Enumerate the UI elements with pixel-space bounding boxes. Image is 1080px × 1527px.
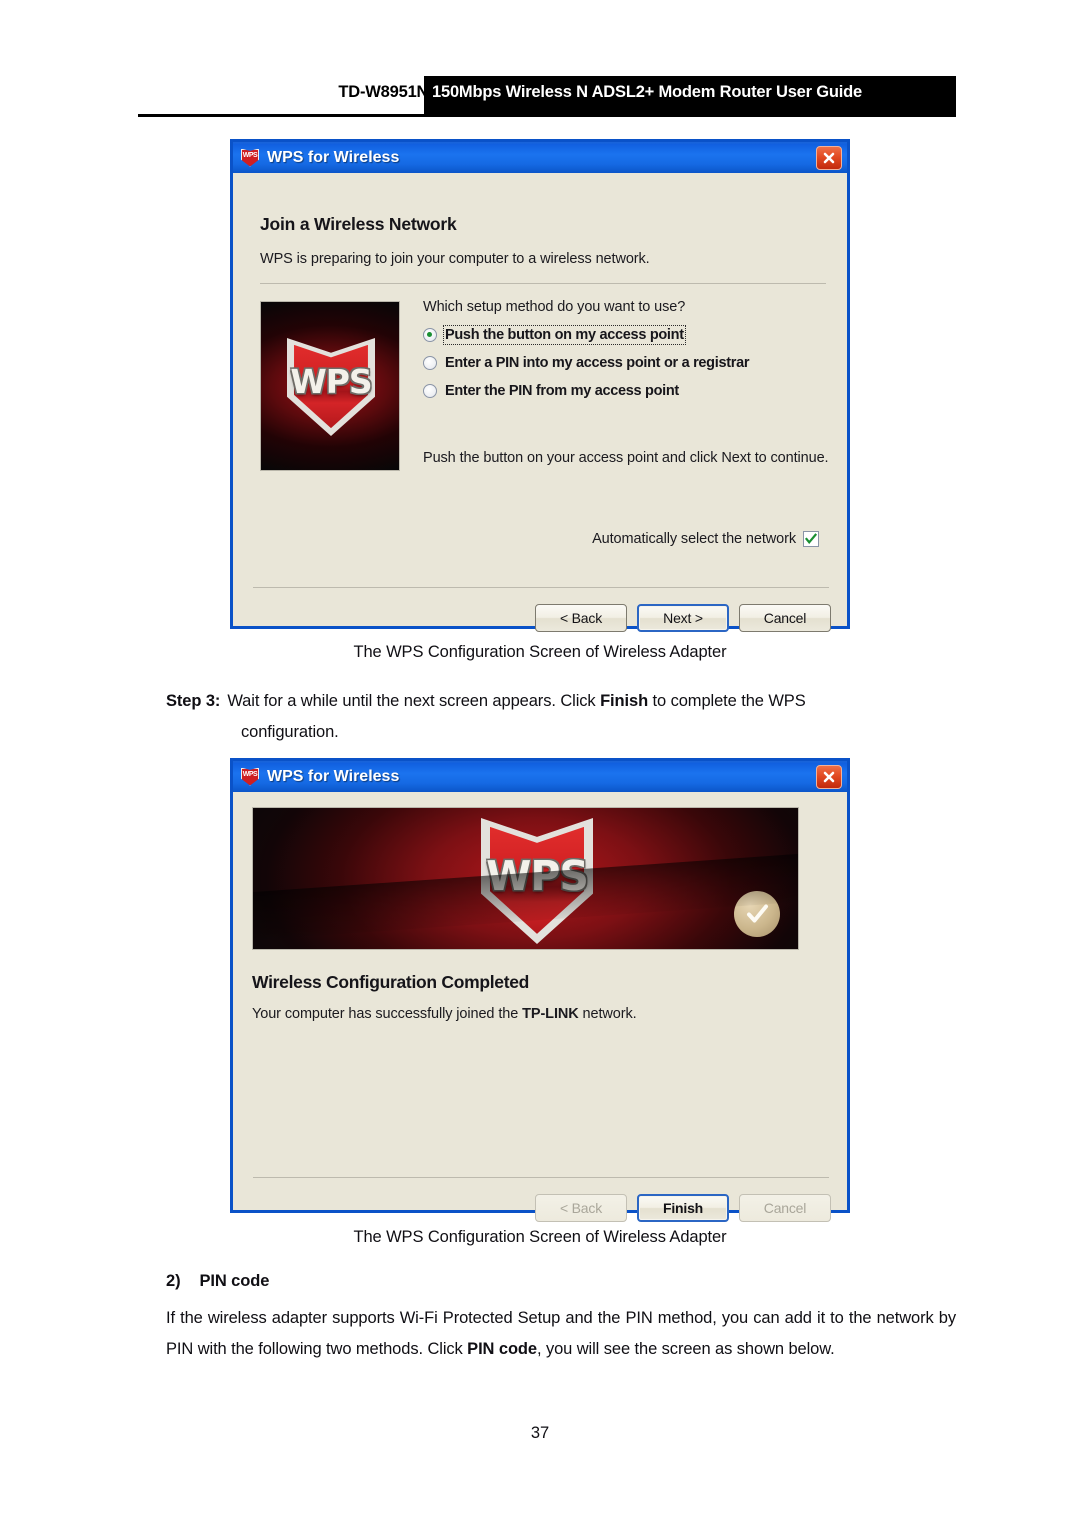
wps-logo-thumbnail: WPS bbox=[260, 301, 400, 471]
header-title-text: 150Mbps Wireless N ADSL2+ Modem Router U… bbox=[432, 83, 863, 101]
radio-option-push-button[interactable]: Push the button on my access point bbox=[423, 325, 828, 345]
bottom-separator bbox=[253, 1177, 829, 1178]
auto-select-network-checkbox[interactable] bbox=[803, 531, 819, 547]
section-title-text: PIN code bbox=[199, 1272, 270, 1290]
step-three-label: Step 3: bbox=[166, 692, 221, 710]
page-number: 37 bbox=[530, 1424, 550, 1442]
dialog-two-subtext: Your computer has successfully joined th… bbox=[252, 1006, 637, 1022]
wps-logo-text: WPS bbox=[486, 852, 589, 900]
header-divider-rule bbox=[138, 114, 956, 117]
dialog-one-titlebar[interactable]: WPS WPS for Wireless bbox=[233, 139, 847, 173]
radio-option-label: Enter a PIN into my access point or a re… bbox=[445, 355, 750, 371]
wps-join-network-dialog: WPS WPS for Wireless Join a Wireless Net… bbox=[230, 139, 850, 632]
back-button[interactable]: < Back bbox=[535, 1194, 627, 1222]
radio-option-label: Push the button on my access point bbox=[443, 325, 686, 345]
auto-select-network-label: Automatically select the network bbox=[592, 531, 796, 547]
finish-button[interactable]: Finish bbox=[637, 1194, 729, 1222]
dialog-two-body: WPS Wireless Configuration Completed You… bbox=[233, 792, 847, 1222]
radio-indicator bbox=[423, 356, 437, 370]
section-pin-code-title: 2) PIN code bbox=[166, 1272, 269, 1291]
dialog-two-button-row: < Back Finish Cancel bbox=[525, 1194, 831, 1222]
checkmark-icon bbox=[805, 533, 817, 545]
bottom-separator bbox=[253, 587, 829, 588]
close-icon[interactable] bbox=[816, 765, 842, 789]
dialog-one-subtext: WPS is preparing to join your computer t… bbox=[260, 251, 650, 267]
step-three-bold-finish: Finish bbox=[600, 692, 649, 710]
dialog-two-title: WPS for Wireless bbox=[267, 767, 400, 785]
dialog-one-button-row: < Back Next > Cancel bbox=[525, 604, 831, 632]
dialog-two-titlebar[interactable]: WPS WPS for Wireless bbox=[233, 758, 847, 792]
section-pin-code-body: If the wireless adapter supports Wi-Fi P… bbox=[166, 1303, 956, 1365]
wps-shield-logo: WPS bbox=[481, 818, 593, 944]
dialog-one-body: Join a Wireless Network WPS is preparing… bbox=[233, 173, 847, 632]
wps-shield-logo: WPS bbox=[287, 338, 375, 436]
cancel-button[interactable]: Cancel bbox=[739, 1194, 831, 1222]
page-header: TD-W8951ND 150Mbps Wireless N ADSL2+ Mod… bbox=[0, 76, 1080, 120]
setup-method-options: Which setup method do you want to use? P… bbox=[423, 299, 828, 411]
dialog-two-subtext-after: network. bbox=[578, 1006, 637, 1022]
auto-select-network-row[interactable]: Automatically select the network bbox=[592, 531, 819, 547]
wps-configuration-completed-dialog: WPS WPS for Wireless WPS Wireless Config… bbox=[230, 758, 850, 1222]
radio-indicator bbox=[423, 328, 437, 342]
dialog-one-title: WPS for Wireless bbox=[267, 148, 400, 166]
dialog-two-subtext-before: Your computer has successfully joined th… bbox=[252, 1006, 523, 1022]
setup-method-question: Which setup method do you want to use? bbox=[423, 299, 686, 315]
back-button[interactable]: < Back bbox=[535, 604, 627, 632]
step-three-text-part3: configuration. bbox=[241, 723, 339, 741]
header-title-band: 150Mbps Wireless N ADSL2+ Modem Router U… bbox=[424, 76, 956, 114]
body-bold-pin-code: PIN code bbox=[467, 1340, 537, 1358]
top-separator bbox=[260, 283, 826, 284]
next-button[interactable]: Next > bbox=[637, 604, 729, 632]
section-number: 2) bbox=[166, 1272, 181, 1290]
wps-shield-icon: WPS bbox=[240, 148, 260, 168]
wps-shield-icon: WPS bbox=[240, 767, 260, 787]
dialog-two-heading: Wireless Configuration Completed bbox=[252, 972, 530, 992]
radio-option-enter-pin-from-ap[interactable]: Enter the PIN from my access point bbox=[423, 383, 828, 399]
body-text-after: , you will see the screen as shown below… bbox=[536, 1340, 835, 1358]
caption-one: The WPS Configuration Screen of Wireless… bbox=[353, 643, 727, 661]
step-three-text-part1: Wait for a while until the next screen a… bbox=[227, 692, 601, 710]
setup-method-hint: Push the button on your access point and… bbox=[423, 450, 829, 466]
wps-logo-banner: WPS bbox=[252, 807, 799, 950]
step-three-block: Step 3: Wait for a while until the next s… bbox=[166, 686, 956, 748]
check-circle-icon bbox=[734, 891, 780, 937]
wps-logo-text: WPS bbox=[290, 362, 372, 401]
close-icon[interactable] bbox=[816, 146, 842, 170]
radio-indicator bbox=[423, 384, 437, 398]
step-three-text-part2: to complete the WPS bbox=[648, 692, 806, 710]
dialog-one-heading: Join a Wireless Network bbox=[260, 214, 457, 234]
radio-option-enter-pin-into-ap[interactable]: Enter a PIN into my access point or a re… bbox=[423, 355, 828, 371]
radio-option-label: Enter the PIN from my access point bbox=[445, 383, 679, 399]
dialog-two-brand-name: TP-LINK bbox=[522, 1006, 579, 1022]
cancel-button[interactable]: Cancel bbox=[739, 604, 831, 632]
caption-two: The WPS Configuration Screen of Wireless… bbox=[353, 1228, 727, 1246]
